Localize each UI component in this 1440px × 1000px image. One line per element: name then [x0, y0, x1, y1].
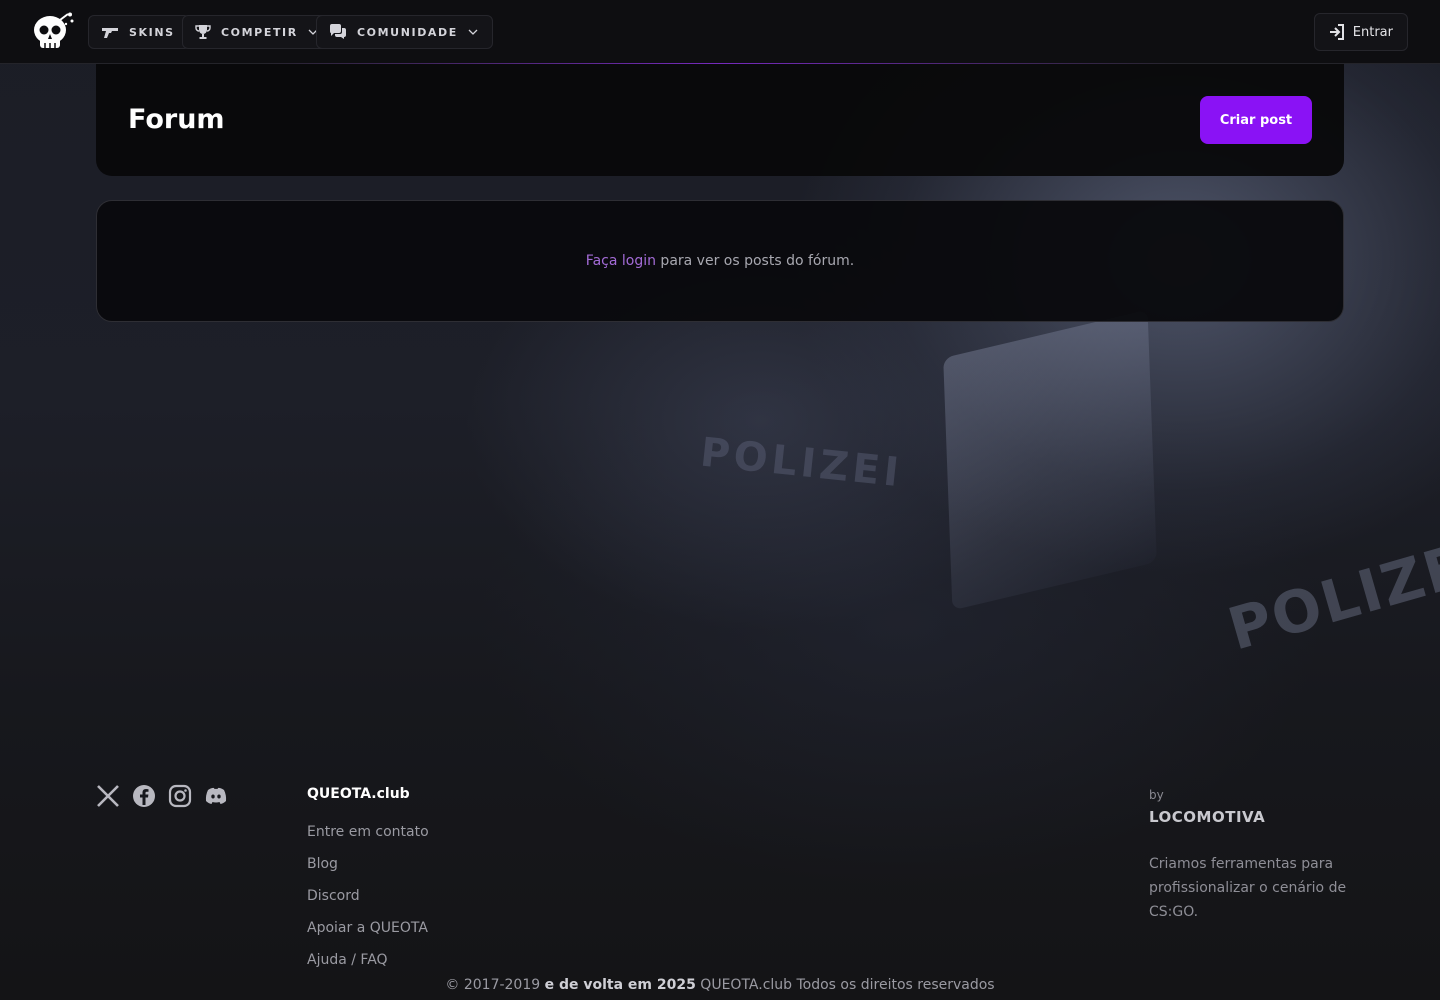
- nav-competir-button[interactable]: COMPETIR: [182, 15, 333, 49]
- locomotiva-logo[interactable]: LOCOMOTIVA: [1149, 808, 1349, 826]
- instagram-icon[interactable]: [168, 784, 192, 808]
- forum-header: Forum Criar post: [96, 64, 1344, 176]
- footer-link-discord[interactable]: Discord: [307, 888, 429, 906]
- company-tagline: Criamos ferramentas para profissionaliza…: [1149, 856, 1347, 920]
- sign-in-icon: [1329, 24, 1344, 40]
- copyright-prefix: © 2017-2019: [445, 977, 545, 993]
- social-links: [96, 784, 228, 808]
- discord-icon[interactable]: [204, 784, 228, 808]
- background-shield: [943, 309, 1157, 611]
- footer-link-help[interactable]: Ajuda / FAQ: [307, 952, 429, 970]
- footer-link-blog[interactable]: Blog: [307, 856, 429, 874]
- nav-comunidade-button[interactable]: COMUNIDADE: [316, 15, 493, 49]
- skull-logo-icon: [34, 12, 74, 48]
- site-logo[interactable]: [30, 12, 78, 52]
- create-post-button[interactable]: Criar post: [1200, 96, 1312, 144]
- by-label: by: [1149, 788, 1164, 802]
- copyright-bold: e de volta em 2025: [544, 977, 696, 993]
- login-prompt-card: Faça login para ver os posts do fórum.: [96, 200, 1344, 322]
- footer-link-contact[interactable]: Entre em contato: [307, 824, 429, 842]
- footer-link-support[interactable]: Apoiar a QUEOTA: [307, 920, 429, 938]
- chevron-down-icon: [468, 29, 478, 35]
- login-button-label: Entrar: [1352, 24, 1393, 40]
- nav-skins-button[interactable]: SKINS: [88, 15, 190, 49]
- footer-brand: QUEOTA.club: [307, 786, 410, 802]
- login-prompt-rest: para ver os posts do fórum.: [655, 253, 855, 269]
- gun-icon: [102, 28, 118, 38]
- login-button[interactable]: Entrar: [1313, 13, 1408, 51]
- footer-links: QUEOTA.club Entre em contato Blog Discor…: [307, 786, 429, 984]
- trophy-icon: [195, 25, 211, 39]
- nav-comunidade-label: COMUNIDADE: [357, 25, 458, 39]
- facebook-icon[interactable]: [132, 784, 156, 808]
- footer-company: by LOCOMOTIVA Criamos ferramentas para p…: [1149, 788, 1349, 924]
- copyright-suffix: QUEOTA.club Todos os direitos reservados: [695, 977, 995, 993]
- chat-bubbles-icon: [330, 24, 346, 39]
- background-polizei-text-helmet: POLIZEI: [698, 429, 905, 497]
- copyright: © 2017-2019 e de volta em 2025 QUEOTA.cl…: [0, 977, 1440, 993]
- background-polizei-text: POLIZEI: [1220, 524, 1440, 664]
- login-prompt-text: Faça login para ver os posts do fórum.: [586, 253, 854, 269]
- nav-skins-label: SKINS: [129, 25, 175, 39]
- x-icon[interactable]: [96, 784, 120, 808]
- top-navbar: SKINS COMPETIR COMUNIDADE Entrar: [0, 0, 1440, 64]
- login-link[interactable]: Faça login: [586, 253, 656, 269]
- page-title: Forum: [128, 104, 225, 135]
- nav-competir-label: COMPETIR: [221, 25, 298, 39]
